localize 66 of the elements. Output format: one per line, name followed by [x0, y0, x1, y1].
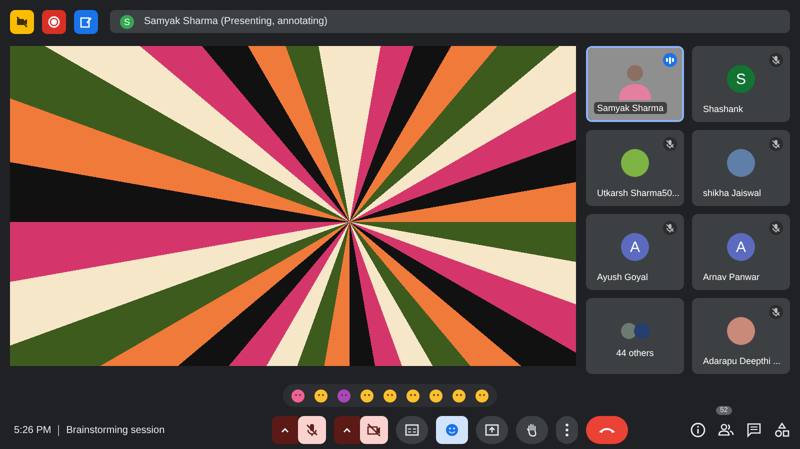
camera-button[interactable] — [360, 416, 388, 444]
avatar-circle — [634, 323, 650, 339]
participant-tile[interactable]: shikha Jaiswal — [692, 130, 790, 206]
initial-avatar: A — [727, 233, 755, 261]
mic-off-icon — [305, 423, 319, 437]
emoji-icon[interactable] — [383, 388, 397, 402]
participant-tile[interactable]: 44 others — [586, 298, 684, 374]
camera-off-icon — [16, 16, 28, 28]
captions-icon — [405, 424, 419, 436]
info-icon — [690, 422, 706, 438]
shapes-icon — [774, 422, 790, 438]
audio-options-button[interactable] — [272, 416, 298, 444]
initial-avatar: A — [621, 233, 649, 261]
avatar-circle — [620, 323, 636, 339]
participant-name: Adarapu Deepthi ... — [703, 356, 781, 366]
hand-icon — [526, 423, 538, 437]
present-screen-icon — [485, 424, 499, 436]
emoji-icon[interactable] — [429, 388, 443, 402]
clock-time: 5:26 PM — [14, 424, 52, 436]
captions-button[interactable] — [396, 416, 428, 444]
initial-avatar: S — [727, 65, 755, 93]
participant-tile[interactable]: S Shashank — [692, 46, 790, 122]
record-button[interactable] — [42, 10, 66, 34]
reactions-button[interactable] — [436, 416, 468, 444]
raise-hand-button[interactable] — [516, 416, 548, 444]
people-icon — [718, 423, 734, 437]
camera-off-button[interactable] — [10, 10, 34, 34]
participant-name: Samyak Sharma — [594, 102, 667, 114]
participant-tile[interactable]: Utkarsh Sharma50... — [586, 130, 684, 206]
participant-tile[interactable]: Samyak Sharma — [586, 46, 684, 122]
participant-name: shikha Jaiswal — [703, 188, 762, 198]
hang-up-icon — [598, 426, 616, 434]
more-vertical-icon — [565, 423, 569, 437]
whiteboard-button[interactable] — [74, 10, 98, 34]
participant-tile[interactable]: A Arnav Panwar — [692, 214, 790, 290]
emoji-icon[interactable] — [291, 388, 305, 402]
presenter-avatar: S — [120, 14, 134, 28]
end-call-button[interactable] — [586, 416, 628, 444]
caret-icon — [343, 428, 351, 432]
present-button[interactable] — [476, 416, 508, 444]
smiley-icon — [445, 423, 459, 437]
chat-button[interactable] — [746, 422, 762, 438]
emoji-icon[interactable] — [406, 388, 420, 402]
chat-icon — [746, 422, 762, 438]
more-options-button[interactable] — [556, 416, 578, 444]
participant-tile[interactable]: A Ayush Goyal — [586, 214, 684, 290]
microphone-button[interactable] — [298, 416, 326, 444]
participant-name: 44 others — [615, 348, 655, 358]
participant-name: Shashank — [703, 104, 744, 114]
camera-off-icon — [367, 423, 381, 437]
meeting-title: Brainstorming session — [66, 424, 165, 436]
participant-name: Ayush Goyal — [597, 272, 648, 282]
participant-name: Utkarsh Sharma50... — [597, 188, 680, 198]
participant-name: Arnav Panwar — [703, 272, 760, 282]
participant-tile[interactable]: Adarapu Deepthi ... — [692, 298, 790, 374]
board-pen-icon — [80, 16, 92, 28]
info-button[interactable] — [690, 422, 706, 438]
emoji-icon[interactable] — [452, 388, 466, 402]
emoji-icon[interactable] — [475, 388, 489, 402]
activities-button[interactable] — [774, 422, 790, 438]
video-options-button[interactable] — [334, 416, 360, 444]
presenter-label: Samyak Sharma (Presenting, annotating) — [144, 16, 328, 27]
emoji-icon[interactable] — [360, 388, 374, 402]
emoji-icon[interactable] — [314, 388, 328, 402]
caret-icon — [281, 428, 289, 432]
record-icon — [48, 16, 60, 28]
